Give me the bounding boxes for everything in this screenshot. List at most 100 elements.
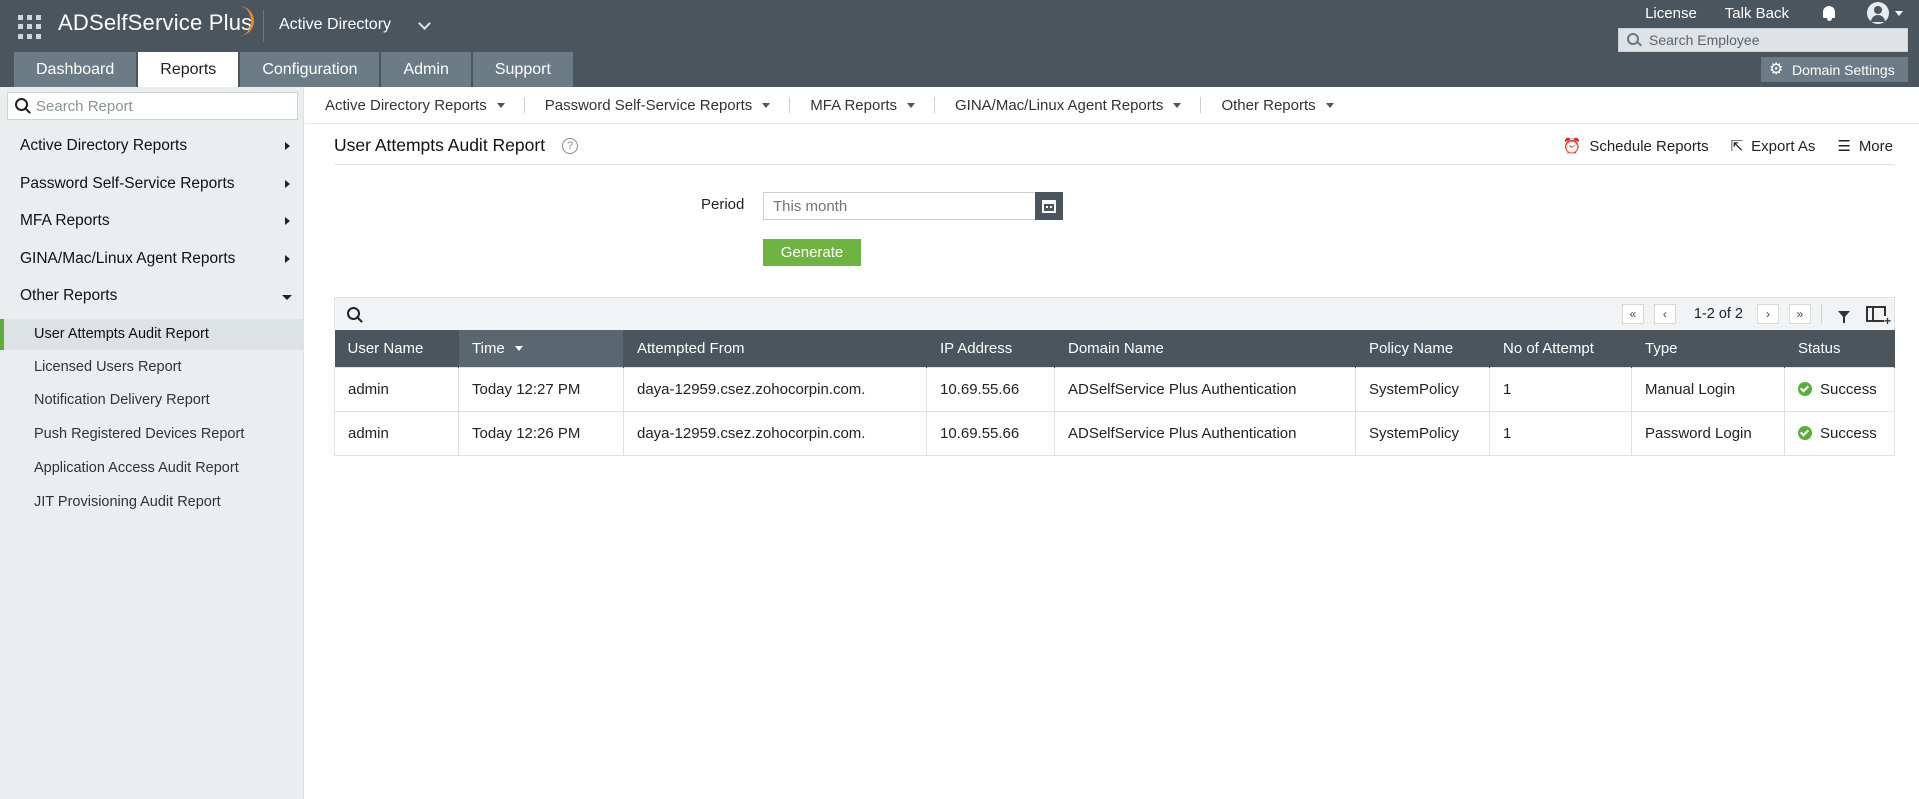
- next-page-button[interactable]: ›: [1757, 304, 1779, 324]
- license-link[interactable]: License: [1645, 5, 1697, 22]
- report-tab-label: GINA/Mac/Linux Agent Reports: [955, 96, 1164, 114]
- tab-support[interactable]: Support: [472, 52, 573, 87]
- col-time-label: Time: [472, 339, 505, 357]
- report-tab-gina-agent[interactable]: GINA/Mac/Linux Agent Reports: [935, 97, 1200, 114]
- report-tab-password-self-service[interactable]: Password Self-Service Reports: [525, 97, 790, 114]
- table-row: admin Today 12:26 PM daya-12959.csez.zoh…: [334, 410, 1895, 456]
- calendar-button[interactable]: [1035, 192, 1063, 220]
- page-title: User Attempts Audit Report: [334, 135, 546, 155]
- gear-icon: ⚙: [1769, 60, 1784, 78]
- report-tab-label: MFA Reports: [810, 96, 897, 114]
- divider: [1821, 304, 1822, 324]
- domain-selector[interactable]: Active Directory: [279, 16, 391, 34]
- dropdown-caret-icon: [1325, 102, 1334, 108]
- period-label: Period: [701, 196, 745, 213]
- sidebar-category-active-directory[interactable]: Active Directory Reports: [20, 137, 290, 155]
- brand-logo[interactable]: ADSelfService Plus: [58, 10, 252, 36]
- report-sidebar: Active Directory Reports Password Self-S…: [0, 87, 304, 799]
- cell-domain-name: ADSelfService Plus Authentication: [1054, 366, 1356, 412]
- report-tab-mfa[interactable]: MFA Reports: [790, 97, 934, 114]
- export-as-label: Export As: [1751, 138, 1816, 155]
- employee-search: [1618, 28, 1908, 52]
- period-field: [763, 192, 1063, 220]
- col-domain-name[interactable]: Domain Name: [1054, 330, 1356, 367]
- tab-dashboard[interactable]: Dashboard: [14, 52, 137, 87]
- tab-reports[interactable]: Reports: [138, 52, 239, 87]
- chevron-down-icon[interactable]: [418, 17, 431, 30]
- help-icon[interactable]: ?: [562, 138, 578, 154]
- more-label: More: [1858, 138, 1893, 155]
- employee-search-input[interactable]: [1649, 32, 1899, 48]
- filter-icon[interactable]: [1838, 310, 1850, 323]
- sidebar-category-gina-agent[interactable]: GINA/Mac/Linux Agent Reports: [20, 250, 290, 268]
- export-icon: ⇱: [1730, 138, 1744, 155]
- bell-icon[interactable]: [1821, 5, 1837, 22]
- sidebar-category-other[interactable]: Other Reports: [20, 287, 292, 305]
- report-tab-other[interactable]: Other Reports: [1201, 97, 1352, 114]
- grid-search-icon[interactable]: [347, 307, 363, 323]
- cell-no-of-attempt: 1: [1489, 366, 1632, 412]
- sidebar-category-mfa[interactable]: MFA Reports: [20, 212, 290, 230]
- schedule-reports-label: Schedule Reports: [1589, 138, 1709, 155]
- col-attempted-from[interactable]: Attempted From: [623, 330, 927, 367]
- report-tab-active-directory[interactable]: Active Directory Reports: [305, 97, 524, 114]
- caret-right-icon: [285, 217, 290, 225]
- cell-ip-address: 10.69.55.66: [926, 366, 1055, 412]
- status-text: Success: [1820, 380, 1877, 398]
- sidebar-category-label: MFA Reports: [20, 212, 110, 229]
- tab-configuration[interactable]: Configuration: [240, 52, 380, 87]
- sidebar-category-label: Other Reports: [20, 287, 118, 304]
- export-as-button[interactable]: ⇱ Export As: [1731, 138, 1816, 155]
- col-no-of-attempt[interactable]: No of Attempt: [1489, 330, 1632, 367]
- cell-time: Today 12:27 PM: [458, 366, 624, 412]
- sidebar-category-password-self-service[interactable]: Password Self-Service Reports: [20, 175, 290, 193]
- last-page-button[interactable]: »: [1789, 304, 1811, 324]
- success-check-icon: [1798, 425, 1812, 440]
- cell-ip-address: 10.69.55.66: [926, 410, 1055, 456]
- sidebar-item-licensed-users[interactable]: Licensed Users Report: [34, 359, 182, 375]
- sidebar-item-user-attempts-audit[interactable]: User Attempts Audit Report: [34, 326, 209, 342]
- report-search-input[interactable]: [36, 97, 291, 115]
- generate-button[interactable]: Generate: [763, 239, 861, 266]
- more-icon: ☰: [1837, 138, 1851, 155]
- user-avatar-icon[interactable]: [1867, 2, 1889, 24]
- cell-policy-name: SystemPolicy: [1355, 366, 1490, 412]
- sidebar-category-label: Password Self-Service Reports: [20, 175, 235, 192]
- cell-no-of-attempt: 1: [1489, 410, 1632, 456]
- dropdown-caret-icon: [762, 102, 771, 108]
- cell-type: Manual Login: [1631, 366, 1785, 412]
- cell-policy-name: SystemPolicy: [1355, 410, 1490, 456]
- tab-admin[interactable]: Admin: [381, 52, 471, 87]
- cell-status: Success: [1784, 410, 1895, 456]
- domain-settings-label: Domain Settings: [1792, 61, 1895, 78]
- sidebar-item-jit-provisioning-audit[interactable]: JIT Provisioning Audit Report: [34, 494, 221, 510]
- sidebar-item-notification-delivery[interactable]: Notification Delivery Report: [34, 392, 210, 408]
- period-input[interactable]: [764, 197, 1034, 215]
- app-grid-icon[interactable]: [18, 15, 42, 39]
- col-user-name[interactable]: User Name: [334, 330, 459, 367]
- col-ip-address[interactable]: IP Address: [926, 330, 1055, 367]
- user-menu-chevron-icon[interactable]: [1895, 10, 1903, 16]
- header-links: License Talk Back: [1617, 2, 1903, 24]
- table-row: admin Today 12:27 PM daya-12959.csez.zoh…: [334, 366, 1895, 412]
- title-divider: [334, 164, 1895, 165]
- cell-user-name: admin: [334, 366, 459, 412]
- sidebar-item-application-access-audit[interactable]: Application Access Audit Report: [34, 460, 239, 476]
- col-type[interactable]: Type: [1631, 330, 1785, 367]
- first-page-button[interactable]: «: [1621, 304, 1644, 324]
- pagination: « ‹ 1-2 of 2 › »: [1621, 304, 1892, 326]
- sidebar-category-label: GINA/Mac/Linux Agent Reports: [20, 250, 236, 267]
- caret-right-icon: [285, 255, 290, 263]
- col-time[interactable]: Time: [458, 330, 624, 367]
- col-policy-name[interactable]: Policy Name: [1355, 330, 1490, 367]
- prev-page-button[interactable]: ‹: [1653, 304, 1676, 324]
- more-button[interactable]: ☰ More: [1837, 138, 1893, 155]
- column-chooser-icon[interactable]: [1866, 306, 1892, 326]
- domain-settings-button[interactable]: ⚙ Domain Settings: [1761, 57, 1908, 82]
- schedule-reports-button[interactable]: ⏰ Schedule Reports: [1563, 138, 1709, 155]
- alarm-clock-icon: ⏰: [1562, 138, 1582, 155]
- talk-back-link[interactable]: Talk Back: [1725, 5, 1789, 22]
- header-divider: [263, 10, 264, 42]
- col-status[interactable]: Status: [1784, 330, 1895, 367]
- sidebar-item-push-registered-devices[interactable]: Push Registered Devices Report: [34, 426, 244, 442]
